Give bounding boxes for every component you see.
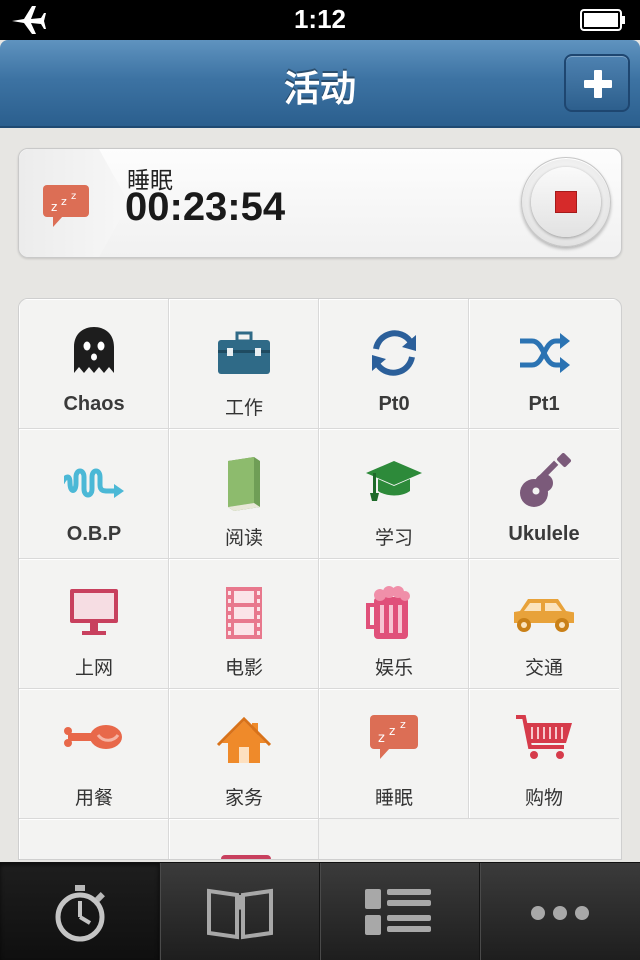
refresh-icon (372, 330, 416, 376)
current-activity-card[interactable]: z z z 睡眠 00:23:54 (18, 148, 622, 258)
activity-label: Pt1 (528, 393, 560, 415)
activity-label: O.B.P (66, 523, 122, 545)
activity-label: 上网 (74, 657, 113, 679)
ukulele-icon (520, 453, 571, 507)
stop-button-face (531, 167, 601, 237)
activity-label: 电影 (224, 657, 263, 679)
partial-icon (221, 855, 271, 859)
shopping-cart-icon (516, 715, 572, 759)
list-icon (365, 889, 431, 935)
more-dots-icon (531, 906, 589, 920)
stop-icon (555, 191, 577, 213)
activity-transport[interactable]: 交通 (469, 559, 619, 689)
activity-label: Pt0 (378, 393, 410, 415)
activity-chaos[interactable]: Chaos (19, 299, 169, 429)
activity-label: Chaos (63, 393, 125, 415)
activity-cell-partial[interactable] (169, 819, 319, 859)
book-icon (228, 457, 260, 511)
activity-pt0[interactable]: Pt0 (319, 299, 469, 429)
svg-text:z: z (61, 195, 67, 208)
car-icon (514, 599, 574, 632)
activity-label: 交通 (524, 657, 563, 679)
monitor-icon (70, 589, 118, 635)
activity-ukulele[interactable]: Ukulele (469, 429, 619, 559)
activity-obp[interactable]: O.B.P (19, 429, 169, 559)
activity-label: 家务 (224, 787, 263, 809)
add-activity-button[interactable] (564, 54, 630, 112)
activity-movies[interactable]: 电影 (169, 559, 319, 689)
stop-button[interactable] (521, 157, 611, 247)
tab-more[interactable] (480, 863, 640, 960)
stopwatch-icon (55, 885, 105, 942)
elapsed-timer: 00:23:54 (125, 185, 286, 229)
ghost-icon (74, 327, 114, 373)
tab-timer[interactable] (0, 863, 160, 960)
activity-label: Ukulele (508, 523, 580, 545)
activity-label: 学习 (374, 527, 413, 549)
battery-icon (580, 9, 625, 31)
activity-internet[interactable]: 上网 (19, 559, 169, 689)
activity-work[interactable]: 工作 (169, 299, 319, 429)
toolbox-icon (218, 331, 270, 374)
tab-list[interactable] (320, 863, 480, 960)
open-book-icon (207, 888, 273, 940)
house-icon (216, 716, 272, 763)
sleep-bubble-icon: z z z (43, 185, 89, 227)
activity-label: 购物 (524, 787, 563, 809)
activity-grid: Chaos 工作 Pt0 Pt1 O.B.P 阅读 学习 Ukulele 上网 … (18, 298, 622, 860)
svg-text:z: z (378, 731, 385, 746)
tab-journal[interactable] (160, 863, 320, 960)
activity-label: 娱乐 (374, 657, 413, 679)
activity-housework[interactable]: 家务 (169, 689, 319, 819)
squiggle-arrow-icon (64, 468, 124, 498)
tab-bar (0, 862, 640, 960)
activity-shopping[interactable]: 购物 (469, 689, 619, 819)
activity-dining[interactable]: 用餐 (19, 689, 169, 819)
activity-label: 阅读 (224, 527, 263, 549)
sleep-bubble-icon: z z z (370, 715, 418, 759)
activity-entertainment[interactable]: 娱乐 (319, 559, 469, 689)
activity-label: 用餐 (74, 787, 113, 809)
page-title: 活动 (283, 69, 356, 110)
activity-pt1[interactable]: Pt1 (469, 299, 619, 429)
shuffle-icon (520, 333, 570, 373)
activity-study[interactable]: 学习 (319, 429, 469, 559)
svg-text:z: z (389, 724, 395, 738)
beer-mug-icon (366, 586, 410, 639)
plus-icon (584, 70, 612, 98)
activity-label: 睡眠 (374, 787, 413, 809)
svg-text:z: z (400, 718, 406, 731)
status-bar: 1:12 (0, 0, 640, 40)
drumstick-icon (64, 725, 122, 749)
film-icon (226, 587, 262, 639)
status-time: 1:12 (293, 4, 347, 34)
activity-label: 工作 (224, 397, 263, 419)
svg-text:z: z (71, 191, 76, 202)
svg-text:z: z (51, 200, 57, 214)
navigation-bar: 活动 (0, 40, 640, 128)
graduation-cap-icon (366, 461, 422, 501)
activity-reading[interactable]: 阅读 (169, 429, 319, 559)
activity-sleep[interactable]: z z z 睡眠 (319, 689, 469, 819)
activity-cell-partial[interactable] (19, 819, 169, 859)
